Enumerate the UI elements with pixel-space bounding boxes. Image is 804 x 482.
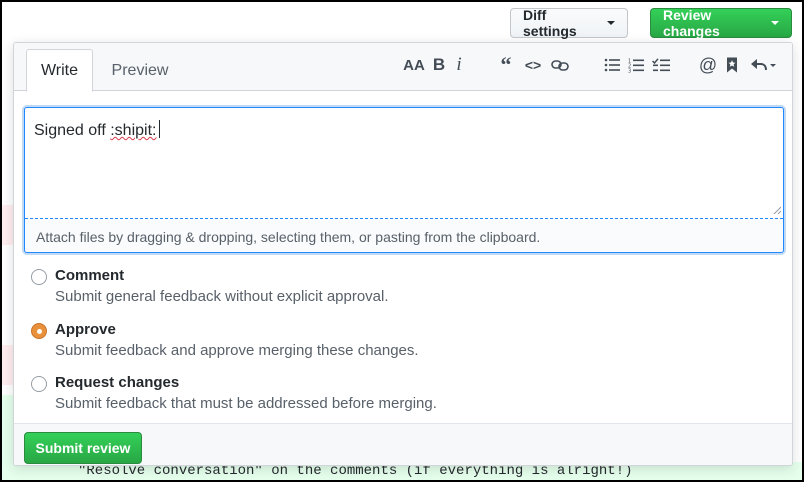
code-icon-text: <> <box>524 57 542 73</box>
option-description: Submit general feedback without explicit… <box>55 288 389 305</box>
comment-text-prefix: Signed off <box>34 122 111 139</box>
submit-review-button[interactable]: Submit review <box>24 432 142 464</box>
resize-grip-icon[interactable] <box>773 206 781 214</box>
editor-tabbar: Write Preview AA B i “ <> 123 @ <box>14 43 792 92</box>
popover-footer: Submit review <box>14 423 792 465</box>
option-title: Comment <box>55 267 125 284</box>
radio-request-changes[interactable] <box>31 376 47 392</box>
mention-icon[interactable]: @ <box>698 53 718 77</box>
text-cursor <box>159 120 161 138</box>
bulleted-list-icon[interactable] <box>602 53 622 77</box>
diff-settings-label: Diff settings <box>523 7 577 39</box>
attach-files-hint[interactable]: Attach files by dragging & dropping, sel… <box>25 218 783 252</box>
option-title: Approve <box>55 321 116 338</box>
link-icon[interactable] <box>550 53 570 77</box>
radio-approve[interactable] <box>31 323 47 339</box>
option-request-changes[interactable]: Request changes Submit feedback that mus… <box>31 372 731 416</box>
option-description: Submit feedback and approve merging thes… <box>55 342 419 359</box>
option-approve[interactable]: Approve Submit feedback and approve merg… <box>31 319 731 363</box>
comment-text: Signed off :shipit: <box>34 120 161 140</box>
radio-comment[interactable] <box>31 269 47 285</box>
diff-settings-button[interactable]: Diff settings <box>510 7 628 39</box>
option-comment[interactable]: Comment Submit general feedback without … <box>31 265 731 309</box>
italic-icon[interactable]: i <box>452 53 466 77</box>
review-popover: Write Preview AA B i “ <> 123 @ Signed o… <box>13 42 793 466</box>
quote-icon-text: “ <box>500 52 512 77</box>
shipit-emoji-code: :shipit: <box>110 122 157 139</box>
option-title: Request changes <box>55 374 180 391</box>
chevron-down-icon <box>607 21 615 25</box>
bold-icon-text: B <box>432 55 446 74</box>
heading-icon[interactable]: AA <box>402 53 426 77</box>
mention-icon-text: @ <box>698 54 718 75</box>
comment-textarea[interactable]: Signed off :shipit: Attach files by drag… <box>24 107 784 253</box>
reply-icon[interactable] <box>748 53 778 77</box>
italic-icon-text: i <box>456 54 462 75</box>
code-icon[interactable]: <> <box>522 53 544 77</box>
chevron-down-icon <box>771 21 779 25</box>
task-list-icon[interactable] <box>650 53 672 77</box>
numbered-list-icon[interactable]: 123 <box>626 53 646 77</box>
option-description: Submit feedback that must be addressed b… <box>55 395 437 412</box>
tab-write[interactable]: Write <box>26 49 93 92</box>
quote-icon[interactable]: “ <box>496 52 516 77</box>
review-changes-button[interactable]: Review changes <box>650 7 792 39</box>
review-changes-label: Review changes <box>663 7 720 39</box>
bold-icon[interactable]: B <box>430 53 448 77</box>
tab-preview[interactable]: Preview <box>104 49 176 92</box>
heading-icon-text: AA <box>403 56 425 74</box>
svg-text:3: 3 <box>628 68 631 73</box>
reference-icon[interactable] <box>724 53 740 77</box>
